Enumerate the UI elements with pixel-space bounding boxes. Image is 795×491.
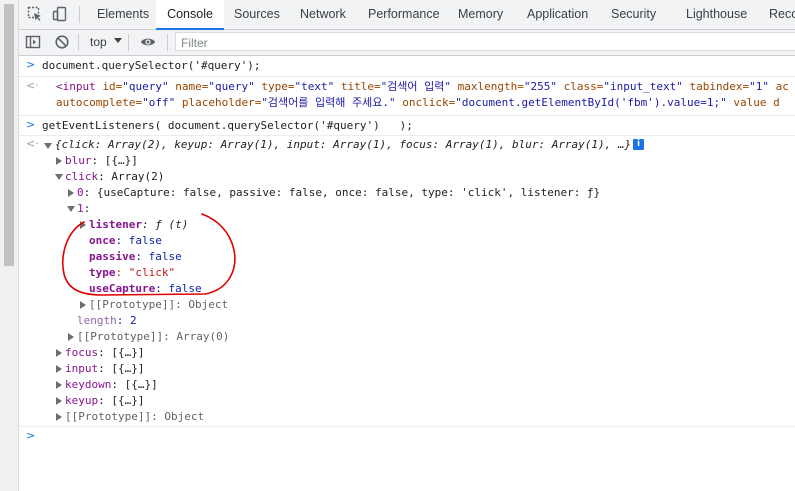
red-annotation-circle [62, 213, 236, 296]
console-prompt-line[interactable]: > [19, 427, 795, 445]
prompt-chevron: > [26, 429, 36, 442]
